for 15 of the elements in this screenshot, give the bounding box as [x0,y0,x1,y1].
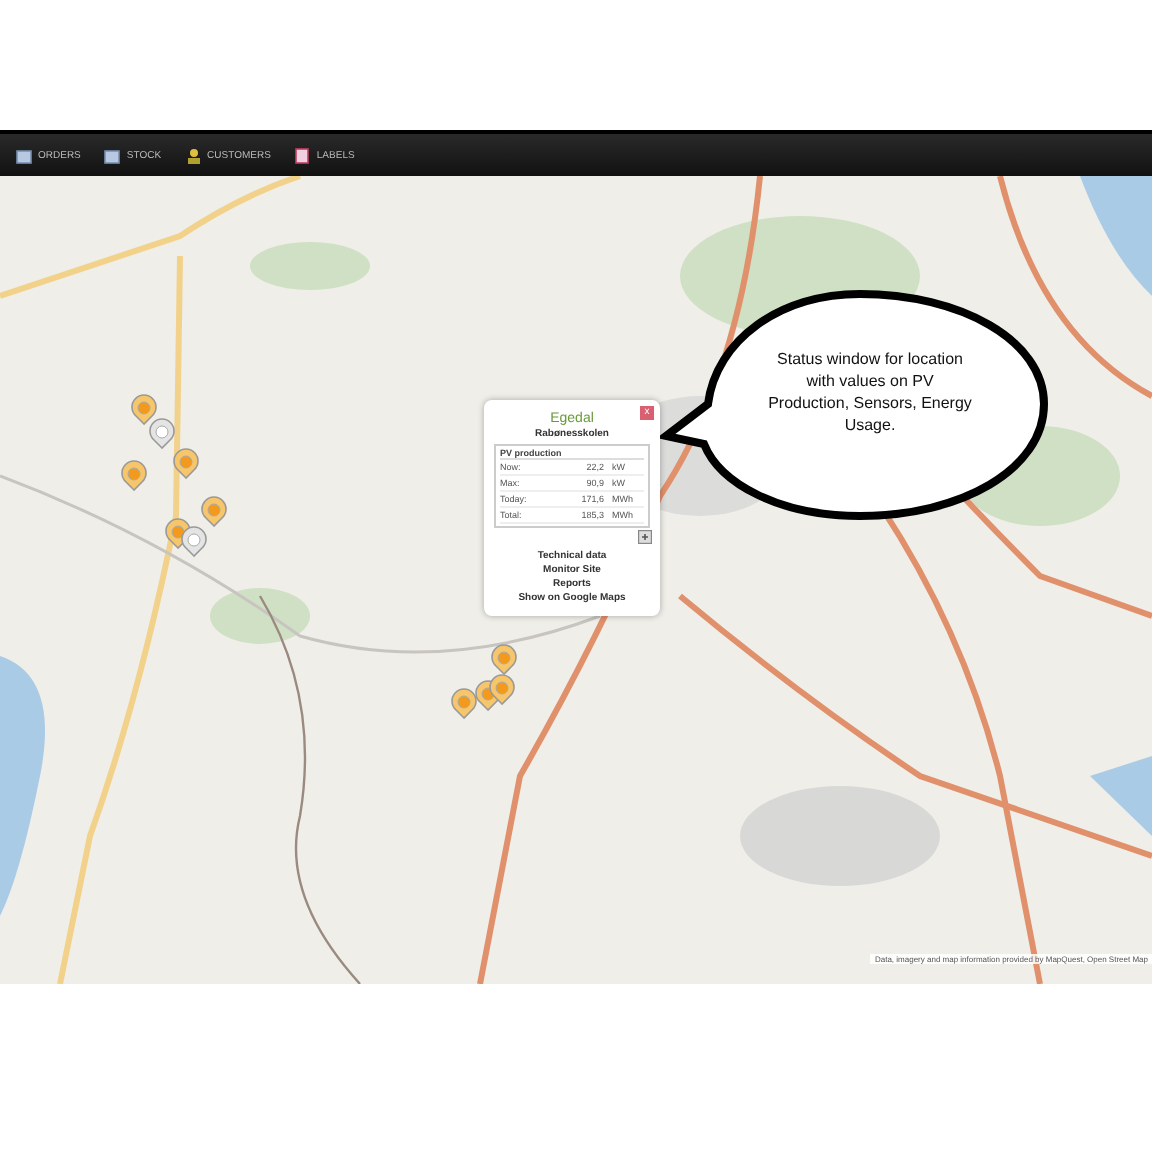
sun-marker-icon[interactable] [120,460,148,492]
box-icon [16,147,32,163]
person-icon [185,147,202,163]
cloud-marker-icon[interactable] [148,418,176,450]
sun-marker-icon[interactable] [130,394,158,426]
callout-text: Status window for location with values on PV Production, Sensors, Energy Usage. [766,348,974,436]
sun-marker-icon[interactable] [490,644,518,676]
sun-marker-icon[interactable] [488,674,516,706]
cloud-marker-icon[interactable] [180,526,208,558]
sun-marker-icon[interactable] [450,688,478,720]
sun-marker-icon[interactable] [172,448,200,480]
zoom-icon[interactable] [638,530,652,544]
label-icon [294,147,311,163]
sun-marker-icon[interactable] [200,496,228,528]
box-icon [104,147,121,163]
